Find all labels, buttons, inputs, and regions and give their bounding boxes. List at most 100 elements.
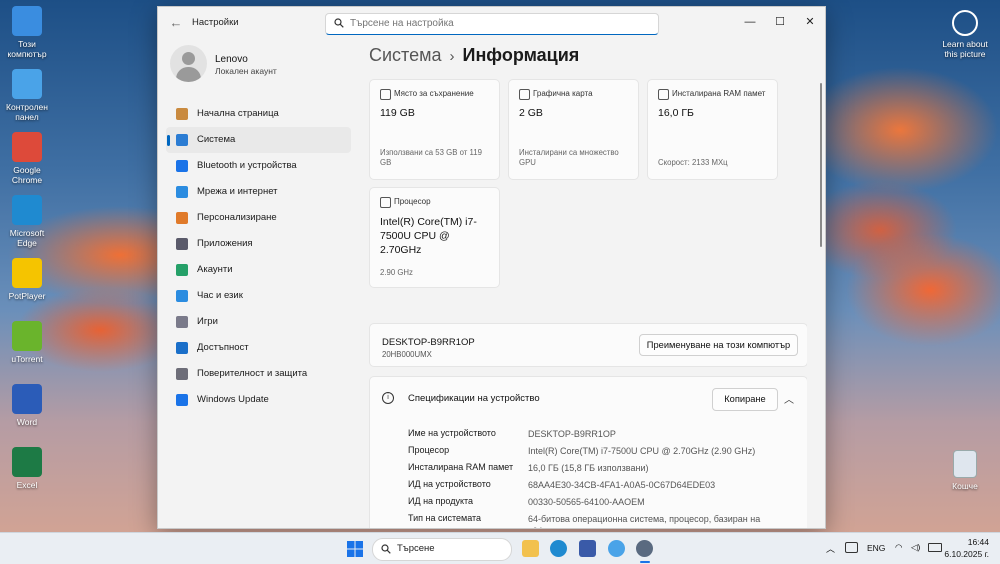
copy-button[interactable]: Копиране bbox=[712, 388, 778, 411]
ram-card[interactable]: Инсталирана RAM памет 16,0 ГБ Скорост: 2… bbox=[647, 79, 778, 180]
recycle-bin[interactable]: Кошче bbox=[940, 450, 990, 491]
sidebar-item-bluetooth[interactable]: Bluetooth и устройства bbox=[166, 153, 351, 179]
language-indicator[interactable]: ENG bbox=[867, 543, 885, 553]
device-name-row: DESKTOP-B9RR1OP 20HB000UMX Преименуване … bbox=[369, 323, 807, 367]
chevron-up-icon[interactable]: ︿ bbox=[826, 542, 835, 555]
minimize-button[interactable]: — bbox=[735, 11, 765, 33]
taskbar-search[interactable]: Търсене bbox=[372, 538, 512, 561]
learn-about-picture[interactable]: Learn about this picture bbox=[940, 10, 990, 59]
desktop-icon-control-panel[interactable]: Контролен панел bbox=[0, 69, 54, 122]
sidebar-item-brush[interactable]: Персонализиране bbox=[166, 205, 351, 231]
back-arrow-icon[interactable]: ← bbox=[168, 15, 184, 31]
edge-icon[interactable] bbox=[550, 540, 567, 557]
desktop-icon-potplayer[interactable]: PotPlayer bbox=[0, 258, 54, 301]
sidebar-item-label: Windows Update bbox=[197, 394, 269, 405]
close-button[interactable]: ✕ bbox=[795, 11, 825, 33]
profile-account-type: Локален акаунт bbox=[215, 66, 277, 76]
sidebar-item-label: Bluetooth и устройства bbox=[197, 160, 297, 171]
sidebar-item-update[interactable]: Windows Update bbox=[166, 387, 351, 413]
desktop-icon-google-chrome[interactable]: Google Chrome bbox=[0, 132, 54, 185]
system-icon bbox=[176, 134, 188, 146]
desktop-icon-label: Word bbox=[16, 417, 38, 427]
sidebar-item-apps[interactable]: Приложения bbox=[166, 231, 351, 257]
wifi-icon[interactable]: ◠ bbox=[895, 542, 902, 553]
tray-app-icon[interactable] bbox=[845, 542, 858, 553]
desktop-icon-word[interactable]: Word bbox=[0, 384, 54, 427]
gpu-icon bbox=[519, 89, 530, 100]
search-icon bbox=[381, 544, 391, 554]
desktop-icon-label: Този компютър bbox=[7, 39, 47, 59]
profile-name: Lenovo bbox=[215, 54, 248, 65]
spec-key: Процесор bbox=[408, 445, 450, 455]
desktop-icon-this-pc[interactable]: Този компютър bbox=[0, 6, 54, 59]
chevron-right-icon: › bbox=[449, 48, 455, 65]
desktop-icon-microsoft-edge[interactable]: Microsoft Edge bbox=[0, 195, 54, 248]
home-icon bbox=[176, 108, 188, 120]
rename-pc-button[interactable]: Преименуване на този компютър bbox=[639, 334, 798, 356]
sidebar-item-home[interactable]: Начална страница bbox=[166, 101, 351, 127]
settings-search-box[interactable] bbox=[325, 13, 659, 35]
gpu-label: Графична карта bbox=[533, 89, 593, 98]
sidebar-item-accessibility[interactable]: Достъпност bbox=[166, 335, 351, 361]
this-pc-icon bbox=[12, 6, 42, 36]
desktop-icon-label: Excel bbox=[16, 480, 38, 490]
cpu-value: Intel(R) Core(TM) i7-7500U CPU @ 2.70GHz bbox=[380, 216, 477, 256]
control-panel-icon bbox=[12, 69, 42, 99]
sidebar-item-account[interactable]: Акаунти bbox=[166, 257, 351, 283]
accessibility-icon bbox=[176, 342, 188, 354]
search-icon bbox=[334, 18, 344, 28]
content-area: Място за съхранение 119 GB Използвани са… bbox=[369, 79, 807, 528]
sidebar-item-label: Игри bbox=[197, 316, 218, 327]
sidebar-item-gamepad[interactable]: Игри bbox=[166, 309, 351, 335]
gpu-value: 2 GB bbox=[519, 107, 543, 119]
search-input[interactable] bbox=[350, 16, 645, 31]
sidebar-item-wifi[interactable]: Мрежа и интернет bbox=[166, 179, 351, 205]
spec-value[interactable]: 68AA4E30-34CB-4FA1-A0A5-0C67D64EDE03 bbox=[528, 479, 768, 491]
clock-time[interactable]: 16:44 bbox=[955, 537, 989, 547]
spec-key: Тип на системата bbox=[408, 513, 482, 523]
file-explorer-icon[interactable] bbox=[522, 540, 539, 557]
sidebar-item-shield[interactable]: Поверителност и защита bbox=[166, 361, 351, 387]
specs-header[interactable]: i Спецификации на устройство Копиране ︿ bbox=[369, 376, 807, 422]
device-name: DESKTOP-B9RR1OP bbox=[382, 337, 475, 348]
cpu-card[interactable]: Процесор Intel(R) Core(TM) i7-7500U CPU … bbox=[369, 187, 500, 288]
word-icon bbox=[12, 384, 42, 414]
spec-key: Име на устройството bbox=[408, 428, 496, 438]
settings-gear-icon[interactable] bbox=[636, 540, 653, 557]
sidebar-item-system[interactable]: Система bbox=[166, 127, 351, 153]
storage-card[interactable]: Място за съхранение 119 GB Използвани са… bbox=[369, 79, 500, 180]
sidebar-item-label: Система bbox=[197, 134, 236, 145]
volume-icon[interactable]: ◁) bbox=[911, 542, 920, 553]
store-icon[interactable] bbox=[579, 540, 596, 557]
sidebar-item-label: Час и език bbox=[197, 290, 243, 301]
desktop-icon-utorrent[interactable]: uTorrent bbox=[0, 321, 54, 364]
spec-key: Инсталирана RAM памет bbox=[408, 462, 514, 472]
specs-title: Спецификации на устройство bbox=[408, 393, 540, 404]
spec-value[interactable]: DESKTOP-B9RR1OP bbox=[528, 428, 768, 440]
desktop-icon-excel[interactable]: Excel bbox=[0, 447, 54, 490]
gpu-sub: Инсталирани са множество GPU bbox=[519, 148, 619, 167]
spec-value[interactable]: 64-битова операционна система, процесор,… bbox=[528, 513, 768, 528]
sidebar-item-label: Достъпност bbox=[197, 342, 249, 353]
avatar[interactable] bbox=[170, 45, 207, 82]
spec-value[interactable]: 00330-50565-64100-AAOEM bbox=[528, 496, 768, 508]
gamepad-icon bbox=[176, 316, 188, 328]
learn-about-label: Learn about this picture bbox=[942, 39, 988, 59]
wifi-icon bbox=[176, 186, 188, 198]
clock-date[interactable]: 6.10.2025 г. bbox=[940, 549, 989, 559]
ram-value: 16,0 ГБ bbox=[658, 107, 694, 119]
sidebar-item-globe-clock[interactable]: Час и език bbox=[166, 283, 351, 309]
account-icon bbox=[176, 264, 188, 276]
storage-value: 119 GB bbox=[380, 107, 415, 119]
chevron-up-icon[interactable]: ︿ bbox=[784, 391, 794, 406]
start-windows-icon[interactable] bbox=[347, 541, 363, 557]
spec-key: ИД на устройството bbox=[408, 479, 491, 489]
breadcrumb-parent[interactable]: Система bbox=[369, 45, 442, 65]
cpu-label: Процесор bbox=[394, 197, 431, 206]
scrollbar[interactable] bbox=[820, 83, 822, 247]
spec-value[interactable]: Intel(R) Core(TM) i7-7500U CPU @ 2.70GHz… bbox=[528, 445, 768, 457]
control-panel-icon[interactable] bbox=[608, 540, 625, 557]
maximize-button[interactable]: ☐ bbox=[765, 11, 795, 33]
spec-value[interactable]: 16,0 ГБ (15,8 ГБ използвани) bbox=[528, 462, 768, 474]
gpu-card[interactable]: Графична карта 2 GB Инсталирани са множе… bbox=[508, 79, 639, 180]
